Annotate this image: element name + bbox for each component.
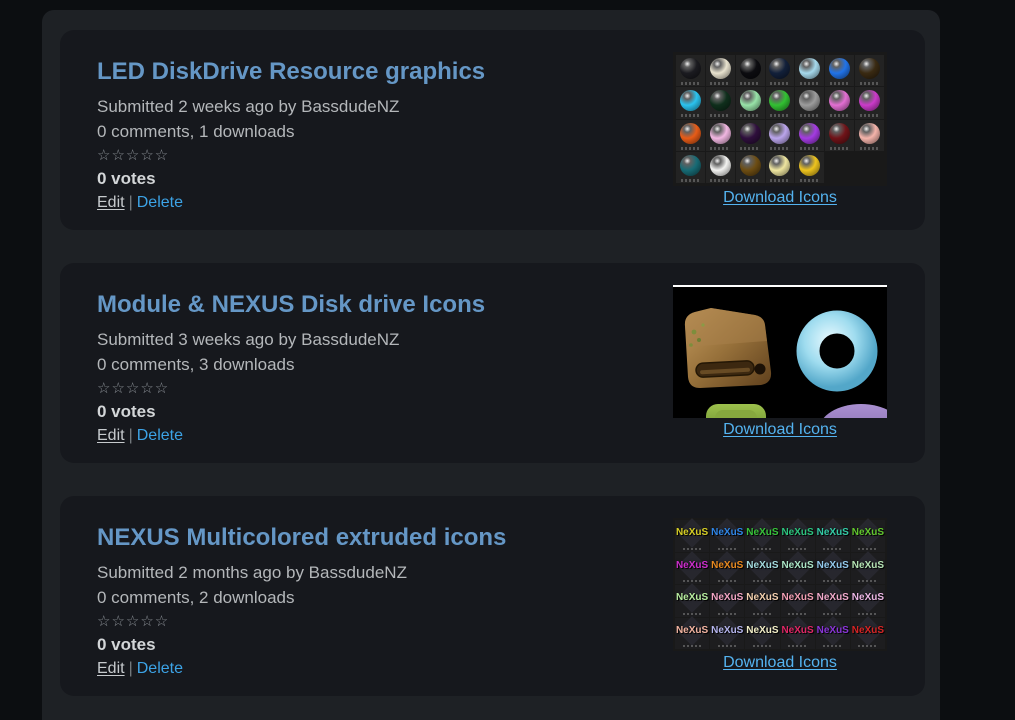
votes-count: 0 votes	[97, 633, 506, 657]
led-orb-swatch	[736, 152, 765, 183]
resource-title-link[interactable]: LED DiskDrive Resource graphics	[97, 57, 485, 87]
nexus-logo-tile: NeXuS	[851, 553, 885, 585]
nexus-logo-tile: NeXuS	[816, 553, 850, 585]
led-orb-swatch	[736, 87, 765, 118]
nexus-logo-tile: NeXuS	[816, 618, 850, 650]
nexus-logo-tile: NeXuS	[745, 553, 779, 585]
resource-card: Module & NEXUS Disk drive Icons Submitte…	[60, 263, 925, 463]
page-background: LED DiskDrive Resource graphics Submitte…	[0, 0, 1015, 720]
nexus-logo-tile: NeXuS	[851, 585, 885, 617]
card-thumbnail-column: Download Icons	[673, 52, 887, 230]
led-orb-swatch	[676, 120, 705, 151]
nexus-logo-tile: NeXuS	[710, 585, 744, 617]
link-separator: |	[129, 660, 133, 677]
stats-line: 0 comments, 3 downloads	[97, 352, 485, 377]
stats-line: 0 comments, 2 downloads	[97, 585, 506, 610]
led-orb-swatch	[795, 55, 824, 86]
nexus-logo-tile: NeXuS	[781, 553, 815, 585]
nexus-logo-tile: NeXuS	[851, 618, 885, 650]
led-orb-swatch	[795, 152, 824, 183]
thumbnail-led-orb-grid[interactable]	[673, 52, 887, 186]
card-actions: Edit|Delete	[97, 192, 485, 214]
led-orb-swatch	[855, 120, 884, 151]
led-orb-swatch	[766, 87, 795, 118]
delete-link[interactable]: Delete	[137, 660, 183, 677]
led-orb-swatch	[855, 55, 884, 86]
nexus-logo-tile: NeXuS	[781, 520, 815, 552]
nexus-logo-tile: NeXuS	[675, 520, 709, 552]
download-icons-link[interactable]: Download Icons	[723, 189, 837, 207]
submitted-line: Submitted 3 weeks ago by BassdudeNZ	[97, 327, 485, 352]
votes-count: 0 votes	[97, 400, 485, 424]
delete-link[interactable]: Delete	[137, 427, 183, 444]
led-orb-swatch	[706, 55, 735, 86]
led-orb-swatch	[736, 55, 765, 86]
resource-card: NEXUS Multicolored extruded icons Submit…	[60, 496, 925, 696]
edit-link[interactable]: Edit	[97, 660, 125, 677]
card-thumbnail-column: NeXuSNeXuSNeXuSNeXuSNeXuSNeXuSNeXuSNeXuS…	[673, 518, 887, 696]
votes-count: 0 votes	[97, 167, 485, 191]
nexus-logo-tile: NeXuS	[745, 520, 779, 552]
link-separator: |	[129, 427, 133, 444]
submitted-line: Submitted 2 months ago by BassdudeNZ	[97, 560, 506, 585]
card-actions: Edit|Delete	[97, 658, 506, 680]
download-icons-link[interactable]: Download Icons	[723, 654, 837, 672]
edit-link[interactable]: Edit	[97, 194, 125, 211]
card-info-column: LED DiskDrive Resource graphics Submitte…	[97, 57, 485, 230]
nexus-logo-tile: NeXuS	[675, 553, 709, 585]
nexus-logo-tile: NeXuS	[675, 618, 709, 650]
stats-line: 0 comments, 1 downloads	[97, 119, 485, 144]
led-orb-swatch	[795, 120, 824, 151]
link-separator: |	[129, 194, 133, 211]
card-info-column: Module & NEXUS Disk drive Icons Submitte…	[97, 290, 485, 463]
thumbnail-disk-drive-image[interactable]	[673, 285, 887, 418]
nexus-logo-tile: NeXuS	[710, 553, 744, 585]
card-actions: Edit|Delete	[97, 425, 485, 447]
led-orb-swatch	[795, 87, 824, 118]
nexus-logo-tile: NeXuS	[745, 585, 779, 617]
submitted-line: Submitted 2 weeks ago by BassdudeNZ	[97, 94, 485, 119]
edit-link[interactable]: Edit	[97, 427, 125, 444]
led-orb-swatch	[676, 87, 705, 118]
rating-stars-icon: ☆☆☆☆☆	[97, 613, 506, 630]
card-thumbnail-column: Download Icons	[673, 285, 887, 463]
led-orb-swatch	[825, 87, 854, 118]
led-orb-swatch	[676, 152, 705, 183]
led-orb-swatch	[736, 120, 765, 151]
led-orb-swatch	[855, 87, 884, 118]
led-orb-swatch	[825, 120, 854, 151]
led-orb-swatch	[766, 152, 795, 183]
led-orb-swatch	[706, 152, 735, 183]
delete-link[interactable]: Delete	[137, 194, 183, 211]
led-orb-swatch	[825, 55, 854, 86]
resource-title-link[interactable]: NEXUS Multicolored extruded icons	[97, 523, 506, 553]
rating-stars-icon: ☆☆☆☆☆	[97, 147, 485, 164]
resource-title-link[interactable]: Module & NEXUS Disk drive Icons	[97, 290, 485, 320]
download-icons-link[interactable]: Download Icons	[723, 421, 837, 439]
nexus-logo-tile: NeXuS	[851, 520, 885, 552]
nexus-logo-tile: NeXuS	[816, 520, 850, 552]
led-orb-swatch	[766, 55, 795, 86]
content-container: LED DiskDrive Resource graphics Submitte…	[42, 10, 940, 720]
rating-stars-icon: ☆☆☆☆☆	[97, 380, 485, 397]
nexus-logo-tile: NeXuS	[781, 585, 815, 617]
led-orb-swatch	[706, 120, 735, 151]
thumbnail-nexus-logo-grid[interactable]: NeXuSNeXuSNeXuSNeXuSNeXuSNeXuSNeXuSNeXuS…	[673, 518, 887, 651]
nexus-logo-tile: NeXuS	[710, 618, 744, 650]
nexus-logo-tile: NeXuS	[781, 618, 815, 650]
nexus-logo-tile: NeXuS	[816, 585, 850, 617]
led-orb-swatch	[766, 120, 795, 151]
led-orb-swatch	[706, 87, 735, 118]
card-info-column: NEXUS Multicolored extruded icons Submit…	[97, 523, 506, 696]
nexus-logo-tile: NeXuS	[745, 618, 779, 650]
resource-card: LED DiskDrive Resource graphics Submitte…	[60, 30, 925, 230]
nexus-logo-tile: NeXuS	[710, 520, 744, 552]
nexus-logo-tile: NeXuS	[675, 585, 709, 617]
led-orb-swatch	[676, 55, 705, 86]
